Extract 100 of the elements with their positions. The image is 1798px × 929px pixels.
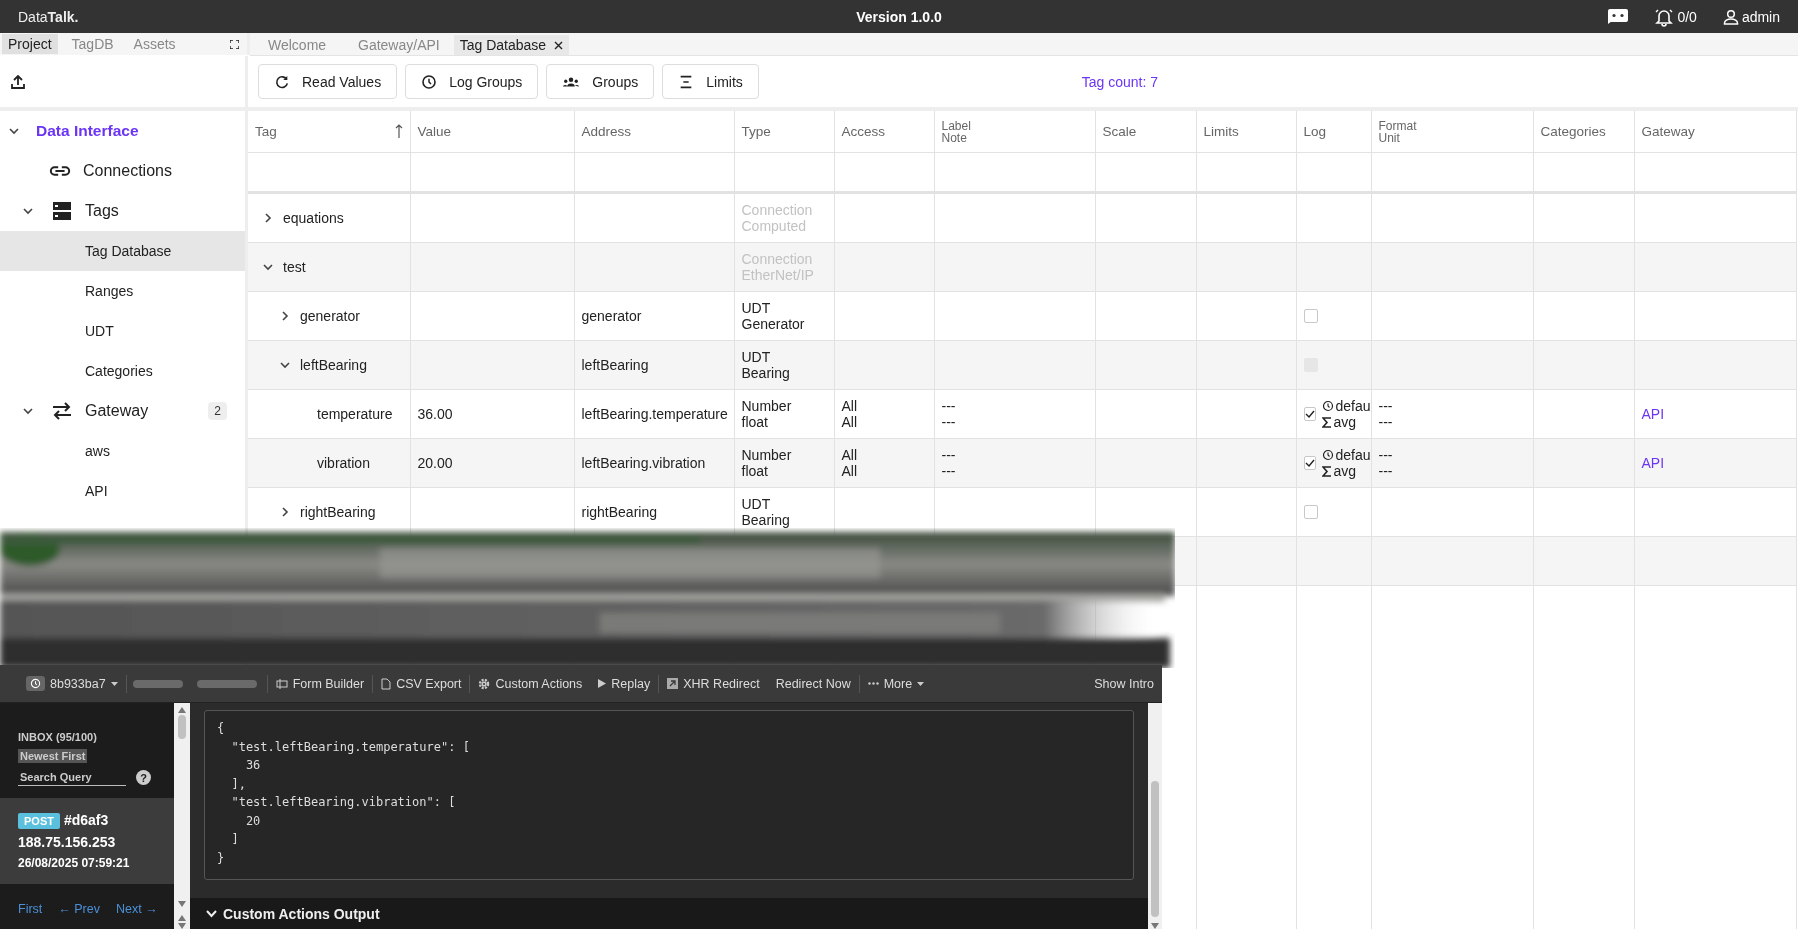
storage-icon [52, 201, 72, 221]
toolbar-button[interactable]: Custom Actions [470, 676, 591, 691]
redirect-icon [667, 678, 679, 689]
sidebar-item[interactable]: aws [0, 431, 245, 471]
cell-text: Number float [741, 447, 792, 479]
scroll-thumb[interactable] [178, 715, 186, 739]
toolbar-button[interactable]: Replay [590, 676, 659, 691]
toolbar-button[interactable]: Read Values [258, 64, 398, 99]
scroll-up-icon[interactable] [178, 707, 186, 713]
toolbar-button[interactable]: Limits [662, 64, 759, 99]
sum-icon [1321, 416, 1332, 428]
column-header[interactable]: Format Unit [1371, 111, 1533, 153]
toolbar-button[interactable]: CSV Export [373, 676, 470, 691]
log-aggregate: avg [1333, 414, 1357, 430]
clock-icon [1321, 449, 1334, 461]
chevron-down-icon[interactable] [22, 405, 34, 417]
caret-icon [110, 681, 118, 686]
search-field[interactable]: Search Query [18, 769, 126, 786]
sidebar-item[interactable]: Connections [0, 151, 245, 191]
column-header[interactable]: Value [410, 111, 574, 153]
pager-link[interactable]: ← Prev [58, 902, 100, 916]
scroll-down-icon[interactable] [178, 923, 186, 929]
collapse-chevron-icon[interactable] [262, 261, 274, 273]
count-badge: 2 [208, 402, 227, 420]
tag-address: leftBearing.temperature [581, 406, 728, 422]
fullscreen-icon[interactable] [230, 39, 239, 49]
cell-text: --- --- [1378, 398, 1393, 430]
scroll-down-icon[interactable] [1151, 923, 1159, 929]
toolbar-button[interactable]: Groups [546, 64, 655, 99]
scroll-up-icon[interactable] [178, 915, 186, 921]
expand-chevron-icon[interactable] [279, 506, 291, 518]
link-icon [49, 165, 71, 177]
scroll-down-icon[interactable] [178, 901, 186, 907]
scrollbar[interactable] [1148, 703, 1162, 929]
show-intro-link[interactable]: Show Intro [1094, 676, 1154, 691]
clock-icon [1321, 400, 1334, 412]
sort-arrow-icon[interactable] [394, 124, 403, 138]
toolbar-button[interactable]: More [859, 676, 933, 691]
column-header[interactable]: Gateway [1634, 111, 1796, 153]
scroll-thumb[interactable] [1151, 781, 1159, 917]
toolbar-button[interactable]: Redirect Now [767, 676, 859, 691]
chat-icon[interactable] [1608, 9, 1629, 24]
sidebar-item[interactable]: Tag Database [0, 231, 245, 271]
scrollbar[interactable] [174, 703, 190, 929]
tag-name: temperature [317, 406, 393, 422]
log-checkbox[interactable] [1303, 505, 1318, 519]
upload-icon[interactable] [11, 74, 25, 89]
document-tab[interactable]: Tag Database [453, 35, 570, 55]
column-header[interactable]: Categories [1533, 111, 1634, 153]
gateway-link[interactable]: API [1641, 455, 1665, 471]
collapse-chevron-icon[interactable] [279, 359, 291, 371]
request-item[interactable]: POST #d6af3 188.75.156.253 26/08/2025 07:59:21 [0, 798, 174, 884]
cell-text: All All [841, 447, 858, 479]
column-header[interactable]: Address [574, 111, 734, 153]
document-icon [381, 677, 392, 690]
column-header[interactable]: Type [734, 111, 834, 153]
cell-text: --- --- [1378, 447, 1393, 479]
sort-toggle[interactable]: Newest First [18, 749, 88, 763]
close-icon[interactable] [554, 40, 564, 50]
sidebar-item[interactable]: UDT [0, 311, 245, 351]
sidebar-item[interactable]: Tags [0, 191, 245, 231]
tag-address: rightBearing [581, 504, 657, 520]
sidebar-item[interactable]: Categories [0, 351, 245, 391]
settings-icon [478, 677, 491, 690]
column-header[interactable]: Scale [1095, 111, 1196, 153]
sidebar-item[interactable]: API [0, 471, 245, 511]
column-header[interactable]: Label Note [934, 111, 1095, 153]
column-header[interactable]: Log [1296, 111, 1371, 153]
expand-chevron-icon[interactable] [262, 212, 274, 224]
output-header[interactable]: Custom Actions Output [190, 898, 1148, 929]
pager-link[interactable]: First [18, 902, 43, 916]
log-checkbox[interactable] [1303, 309, 1318, 323]
log-checkbox[interactable] [1303, 456, 1316, 470]
tag-name: equations [283, 210, 344, 226]
chevron-down-icon[interactable] [8, 125, 20, 137]
column-header[interactable]: Tag [248, 111, 410, 153]
column-header[interactable]: Limits [1196, 111, 1296, 153]
cell-text: UDT Bearing [741, 496, 790, 528]
toolbar-button[interactable]: 8b933ba7 [18, 676, 126, 691]
app-logo: DataTalk. [18, 8, 80, 25]
expand-chevron-icon[interactable] [279, 310, 291, 322]
chevron-down-icon[interactable] [22, 205, 34, 217]
panel-tab[interactable]: Project [2, 34, 58, 54]
sidebar-item[interactable]: Ranges [0, 271, 245, 311]
user-icon[interactable] [1722, 8, 1739, 25]
user-name[interactable]: admin [1741, 8, 1780, 25]
tag-name: leftBearing [300, 357, 367, 373]
version-label: Version 1.0.0 [856, 8, 942, 25]
sidebar-item[interactable]: Gateway 2 [0, 391, 245, 431]
column-header[interactable]: Access [834, 111, 934, 153]
cell-text: --- --- [941, 447, 956, 479]
toolbar-button[interactable]: Form Builder [267, 676, 373, 691]
toolbar-button[interactable]: Log Groups [405, 64, 539, 99]
sidebar-item[interactable]: Data Interface [0, 111, 245, 151]
toolbar-button[interactable]: XHR Redirect [659, 676, 768, 691]
pager-link[interactable]: Next → [116, 902, 158, 916]
help-button[interactable]: ? [136, 770, 151, 785]
tag-name: rightBearing [300, 504, 376, 520]
log-checkbox[interactable] [1303, 407, 1316, 421]
gateway-link[interactable]: API [1641, 406, 1665, 422]
